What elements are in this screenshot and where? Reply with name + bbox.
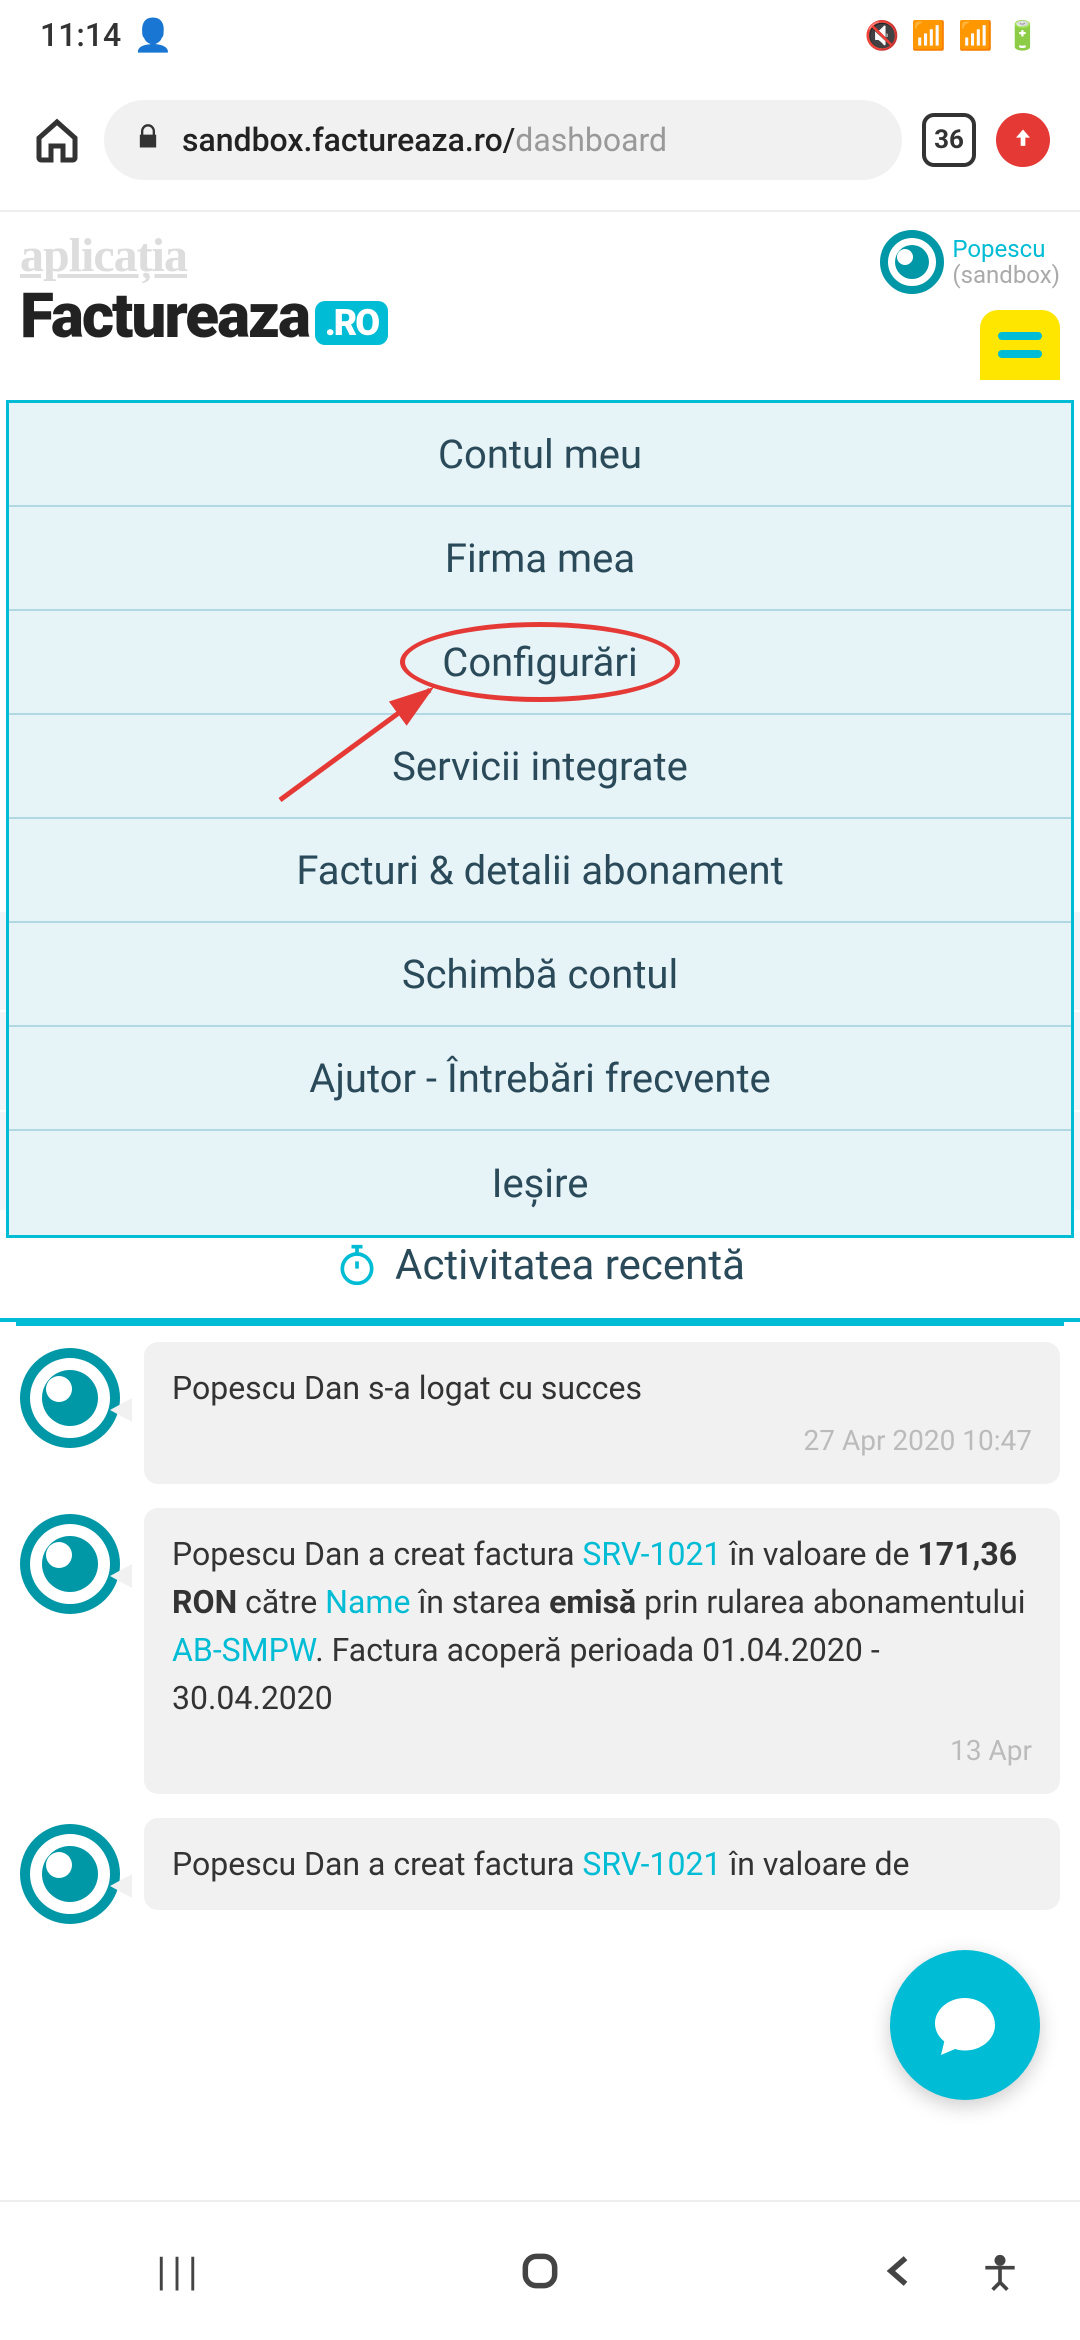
menu-item-account[interactable]: Contul meu — [9, 403, 1071, 507]
client-link[interactable]: Name — [325, 1583, 410, 1621]
activity-item: Popescu Dan s-a logat cu succes 27 Apr 2… — [20, 1342, 1060, 1484]
update-button[interactable] — [996, 113, 1050, 167]
invoice-link[interactable]: SRV-1021 — [582, 1845, 721, 1883]
activity-item: Popescu Dan a creat factura SRV-1021 în … — [20, 1818, 1060, 1924]
app-header: aplicația Factureaza.RO Popescu (sandbox… — [0, 212, 1080, 372]
menu-item-help[interactable]: Ajutor - Întrebări frecvente — [9, 1027, 1071, 1131]
back-button[interactable] — [850, 2236, 950, 2306]
avatar-icon — [20, 1824, 120, 1924]
accessibility-button[interactable] — [950, 2240, 1050, 2310]
url-path: dashboard — [515, 121, 667, 159]
lock-icon — [134, 121, 162, 159]
wifi-icon: 📶 — [911, 19, 946, 52]
menu-item-settings[interactable]: Configurări — [9, 611, 1071, 715]
menu-item-billing[interactable]: Facturi & detalii abonament — [9, 819, 1071, 923]
menu-item-switch[interactable]: Schimbă contul — [9, 923, 1071, 1027]
url-bar[interactable]: sandbox.factureaza.ro/dashboard — [104, 100, 902, 180]
user-chip[interactable]: Popescu (sandbox) — [880, 230, 1060, 294]
home-button[interactable] — [30, 113, 84, 167]
home-system-button[interactable] — [490, 2236, 590, 2306]
url-host: sandbox.factureaza.ro/ — [182, 121, 515, 159]
avatar-icon — [20, 1514, 120, 1614]
timestamp-label: 13 Apr — [172, 1730, 1032, 1772]
activity-item: Popescu Dan a creat factura SRV-1021 în … — [20, 1508, 1060, 1794]
avatar-icon — [880, 230, 944, 294]
subscription-link[interactable]: AB-SMPW — [172, 1631, 315, 1669]
invoice-link[interactable]: SRV-1021 — [582, 1535, 721, 1573]
hamburger-button[interactable] — [980, 310, 1060, 380]
menu-item-company[interactable]: Firma mea — [9, 507, 1071, 611]
battery-icon: 🔋 — [1005, 19, 1040, 52]
person-icon: 👤 — [133, 16, 173, 54]
mute-icon: 🔇 — [865, 19, 900, 52]
menu-item-integrations[interactable]: Servicii integrate — [9, 715, 1071, 819]
stopwatch-icon — [335, 1243, 379, 1287]
browser-toolbar: sandbox.factureaza.ro/dashboard 36 — [0, 70, 1080, 210]
menu-item-logout[interactable]: Ieșire — [9, 1131, 1071, 1235]
timestamp-label: 27 Apr 2020 10:47 — [172, 1420, 1032, 1462]
status-time: 11:14 — [40, 16, 121, 54]
avatar-icon — [20, 1348, 120, 1448]
logo[interactable]: aplicația Factureaza.RO — [20, 232, 388, 348]
signal-icon: 📶 — [958, 19, 993, 52]
tab-count-button[interactable]: 36 — [922, 113, 976, 167]
user-menu-dropdown: Contul meu Firma mea Configurări Servici… — [6, 400, 1074, 1238]
system-nav-bar: ||| — [0, 2200, 1080, 2340]
chat-fab[interactable] — [890, 1950, 1040, 2100]
status-bar: 11:14 👤 🔇 📶 📶 🔋 — [0, 0, 1080, 70]
recents-button[interactable]: ||| — [130, 2236, 230, 2306]
